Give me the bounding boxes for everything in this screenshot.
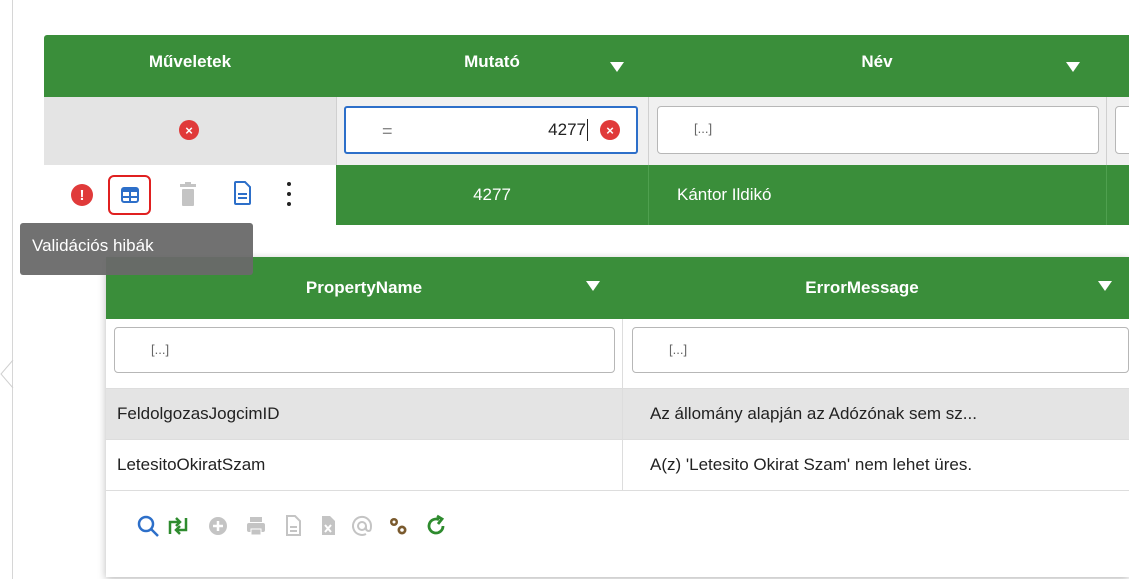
- main-grid: Műveletek Mutató Név × = 4277 × [...] ! …: [44, 35, 1129, 225]
- filter-icon[interactable]: [1098, 281, 1112, 291]
- export-doc-icon[interactable]: [281, 514, 305, 538]
- filter-cell-index: = 4277 ×: [336, 97, 648, 165]
- more-options-icon[interactable]: [285, 182, 293, 206]
- column-divider: [622, 389, 623, 491]
- filter-icon[interactable]: [610, 62, 624, 72]
- delete-icon[interactable]: [180, 182, 196, 208]
- index-filter-input[interactable]: = 4277 ×: [344, 106, 638, 154]
- text-caret: [587, 119, 588, 141]
- filter-placeholder: [...]: [669, 342, 688, 357]
- grid-header: Műveletek Mutató Név: [44, 35, 1129, 97]
- search-icon[interactable]: [136, 514, 160, 538]
- validation-errors-panel: PropertyName ErrorMessage [...] [...] Fe…: [106, 257, 1129, 577]
- name-filter-input[interactable]: [...]: [657, 106, 1099, 154]
- table-row[interactable]: FeldolgozasJogcimID Az állomány alapján …: [106, 389, 1129, 440]
- filter-icon[interactable]: [1066, 62, 1080, 72]
- property-filter-input[interactable]: [...]: [114, 327, 615, 373]
- filter-value: 4277: [548, 120, 586, 139]
- validation-errors-button[interactable]: [108, 175, 151, 215]
- filter-cell-name: [...]: [648, 97, 1106, 165]
- reload-icon[interactable]: [424, 514, 448, 538]
- next-filter-input[interactable]: [1115, 106, 1129, 154]
- filter-cell-next: [1106, 97, 1129, 165]
- cell-next: [1106, 165, 1129, 225]
- filter-operator[interactable]: =: [382, 121, 393, 142]
- detail-filter-row: [...] [...]: [106, 319, 1129, 389]
- filter-icon[interactable]: [586, 281, 600, 291]
- settings-icon[interactable]: [386, 514, 410, 538]
- filter-placeholder: [...]: [694, 121, 713, 136]
- clear-input-icon[interactable]: ×: [600, 120, 620, 140]
- add-icon[interactable]: [206, 514, 230, 538]
- print-icon[interactable]: [244, 514, 268, 538]
- column-header-error-message[interactable]: ErrorMessage: [622, 257, 1102, 319]
- column-header-operations: Műveletek: [148, 52, 232, 71]
- column-header-name[interactable]: Név: [648, 35, 1106, 97]
- filter-row: × = 4277 × [...]: [44, 97, 1129, 165]
- table-row[interactable]: LetesitoOkiratSzam A(z) 'Letesito Okirat…: [106, 440, 1129, 491]
- table-icon: [120, 187, 139, 203]
- tooltip: Validációs hibák: [20, 223, 253, 275]
- message-filter-input[interactable]: [...]: [632, 327, 1129, 373]
- table-row[interactable]: ! 4277 Kántor Ildikó: [44, 165, 1129, 225]
- left-panel-divider: [12, 0, 13, 579]
- filter-placeholder: [...]: [151, 342, 170, 357]
- detail-toolbar: [106, 492, 1129, 562]
- cell-name: Kántor Ildikó: [648, 165, 1106, 225]
- left-panel-notch: [0, 360, 14, 388]
- cell-index: 4277: [336, 165, 648, 225]
- export-excel-icon[interactable]: [316, 514, 340, 538]
- detail-grid-header: PropertyName ErrorMessage: [106, 257, 1129, 319]
- email-icon[interactable]: [350, 514, 374, 538]
- clear-filters-icon[interactable]: ×: [179, 120, 199, 140]
- document-icon[interactable]: [234, 181, 251, 205]
- error-icon[interactable]: !: [71, 184, 93, 206]
- filter-operations-cell: ×: [44, 97, 336, 165]
- column-header-index[interactable]: Mutató: [336, 35, 648, 97]
- row-actions: !: [44, 165, 336, 225]
- refresh-columns-icon[interactable]: [166, 514, 190, 538]
